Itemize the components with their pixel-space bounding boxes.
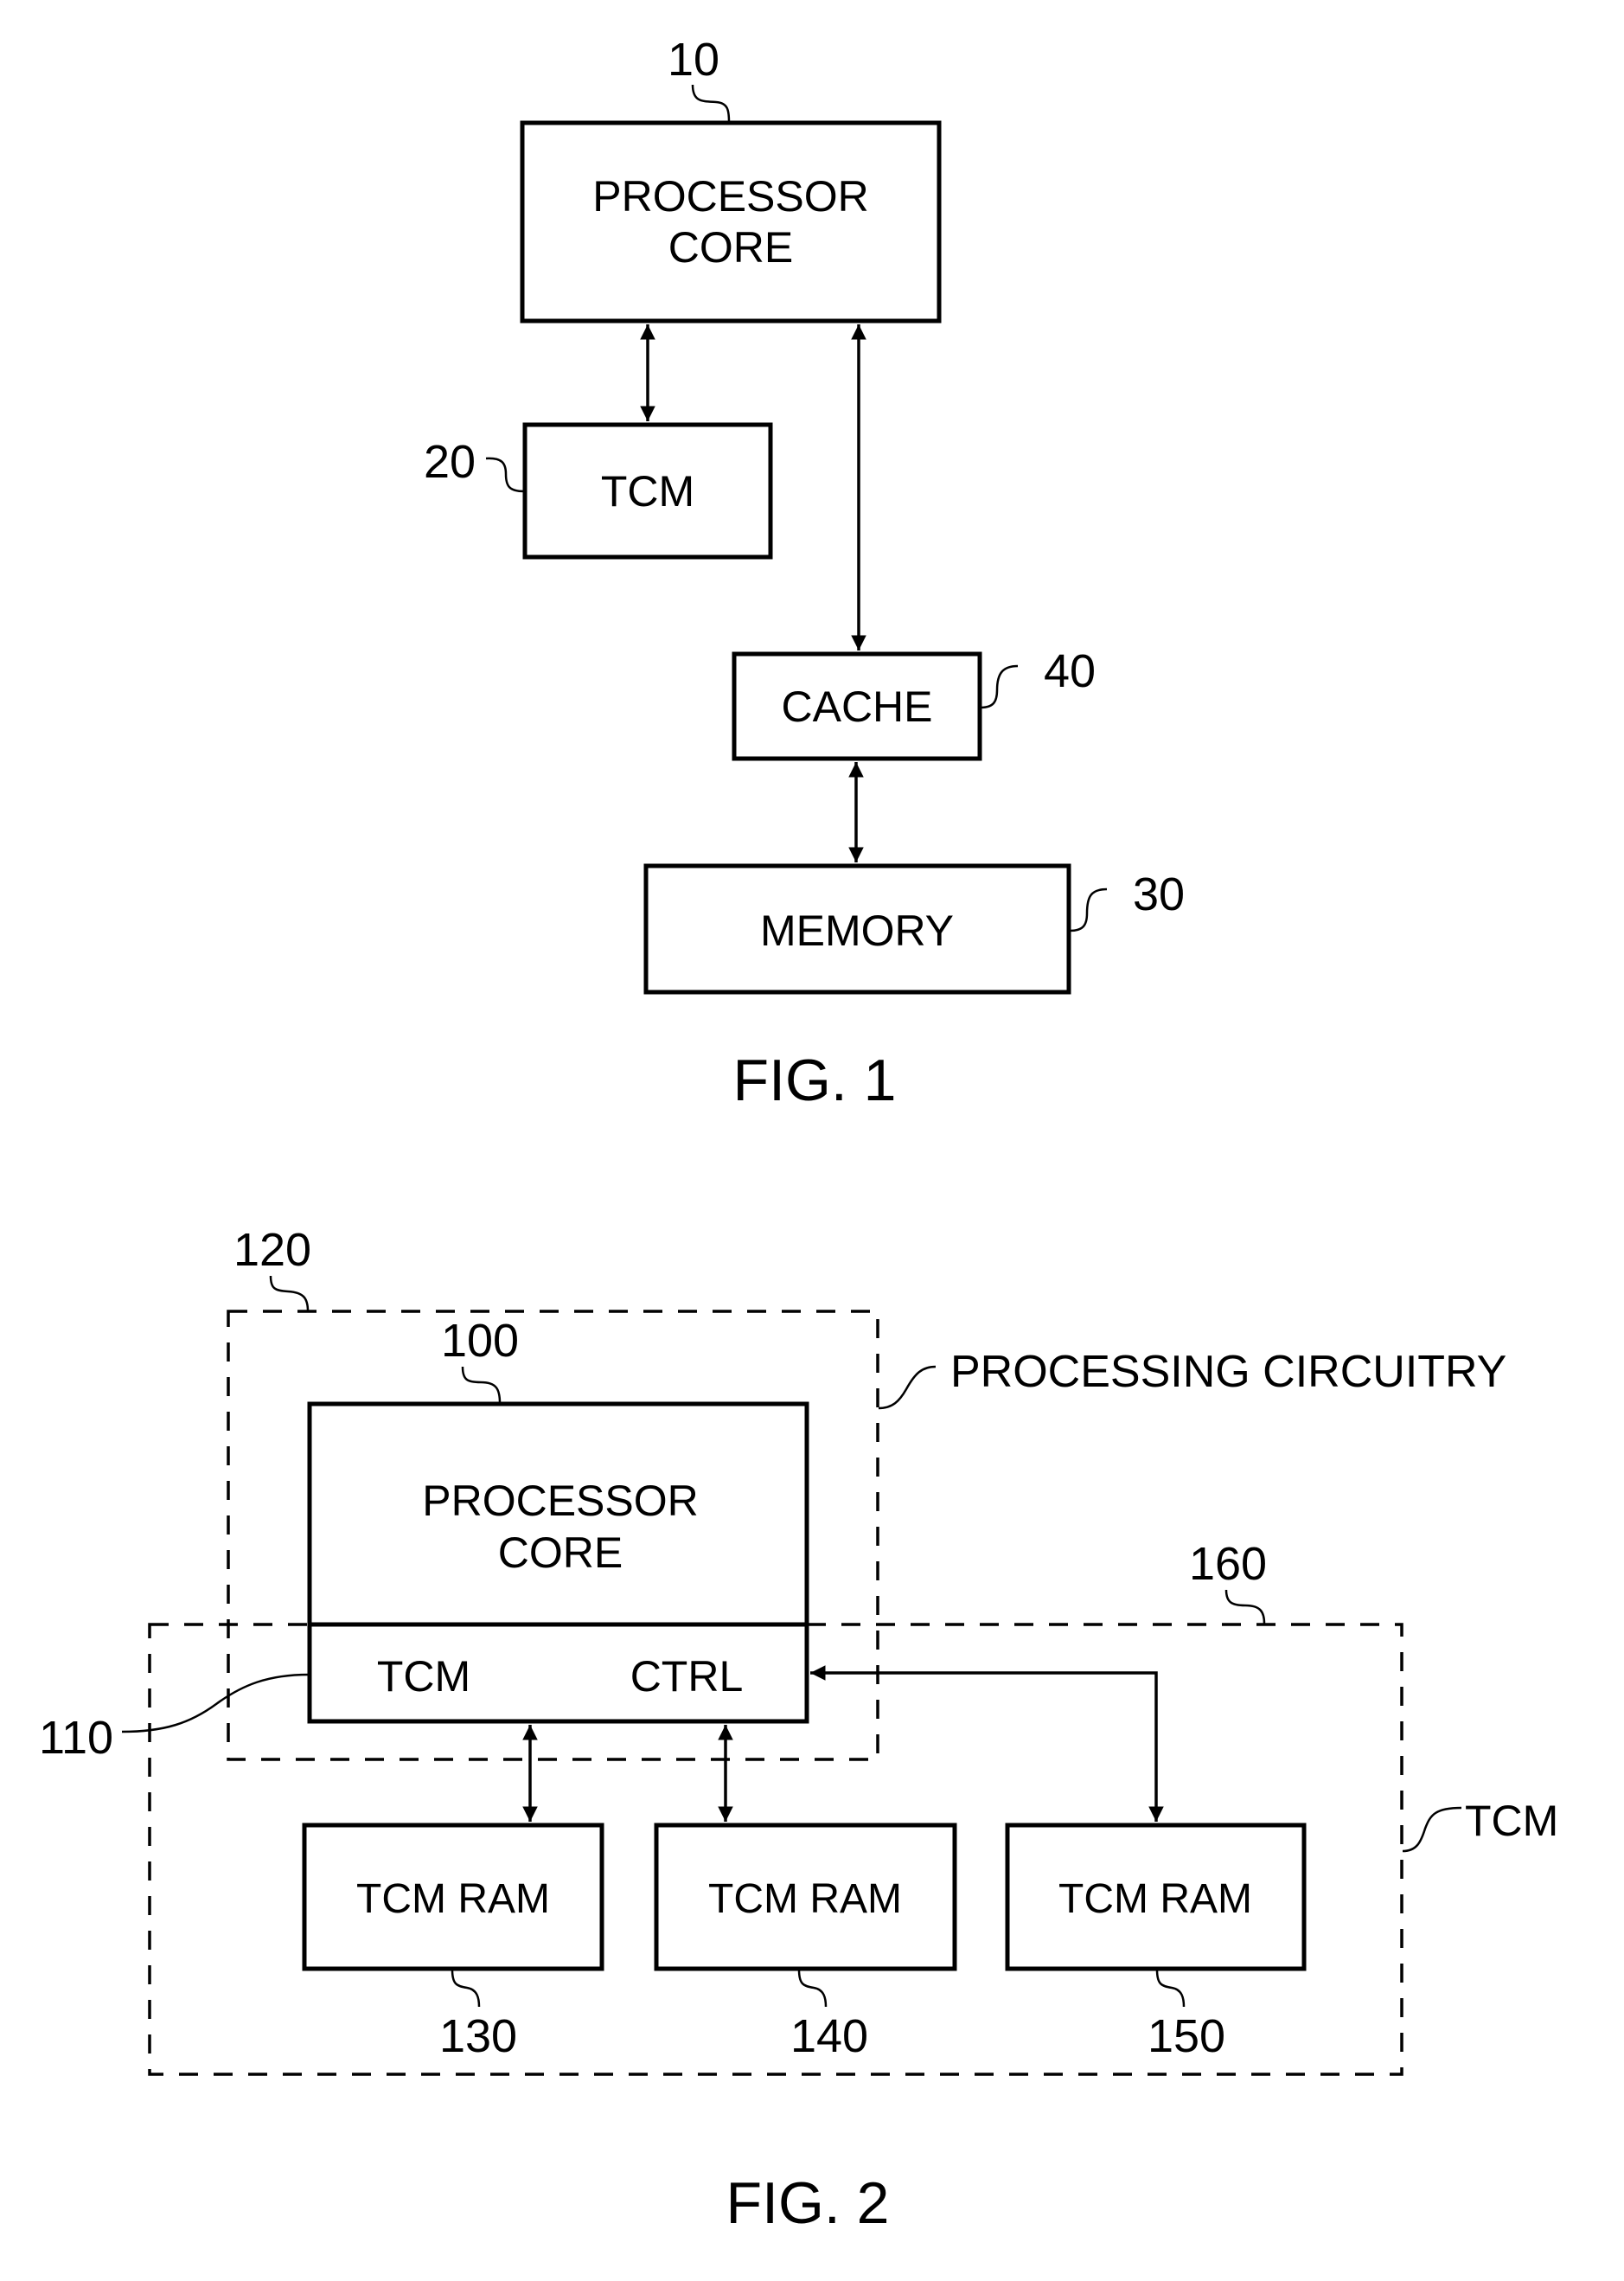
fig1-memory-block: MEMORY xyxy=(643,863,1071,995)
fig2-processor-core-line1: PROCESSOR xyxy=(422,1477,699,1525)
fig2-ref-140: 140 xyxy=(790,2010,868,2062)
fig1-processor-core-block: PROCESSOR CORE xyxy=(520,120,942,324)
fig1-ref-10-leader xyxy=(691,84,731,123)
fig2-tcm-ram-150-label: TCM RAM xyxy=(1058,1876,1252,1922)
fig1-caption: FIG. 1 xyxy=(733,1048,897,1113)
fig2-ref-160: 160 xyxy=(1189,1538,1267,1590)
fig2-tcm-ram-130-block: TCM RAM xyxy=(302,1823,604,1971)
fig2-ref-150: 150 xyxy=(1148,2010,1225,2062)
fig2-processing-circuitry-label: PROCESSING CIRCUITRY xyxy=(950,1347,1506,1397)
fig2-tcm-region-label: TCM xyxy=(1465,1797,1558,1845)
fig1-processor-core-line1: PROCESSOR xyxy=(592,172,869,221)
fig2-ref-110: 110 xyxy=(39,1712,113,1764)
fig2-ref-120-leader xyxy=(269,1275,310,1312)
fig2-ref-160-leader xyxy=(1224,1589,1266,1624)
fig2-ref-100: 100 xyxy=(441,1315,519,1367)
fig2-tcm-region xyxy=(148,1623,1403,2076)
fig2-tcm-ram-130-label: TCM RAM xyxy=(356,1876,550,1922)
fig2-ref-140-leader xyxy=(797,1969,828,2008)
fig1-processor-core-box xyxy=(520,120,942,324)
fig2-processor-core-line2: CORE xyxy=(498,1528,623,1577)
fig1-tcm-block: TCM xyxy=(522,422,773,560)
fig2-ref-100-leader xyxy=(461,1366,502,1404)
fig2-arrow-ctrl-ram150 xyxy=(810,1665,1164,1822)
fig1-cache-label: CACHE xyxy=(781,682,932,731)
fig1-memory-label: MEMORY xyxy=(760,907,954,955)
fig1-cache-block: CACHE xyxy=(732,651,982,761)
fig2-tcm-ram-140-block: TCM RAM xyxy=(654,1823,957,1971)
fig2-tcm-ram-150-block: TCM RAM xyxy=(1005,1823,1307,1971)
fig1-ref-30: 30 xyxy=(1133,868,1185,920)
figure-1: PROCESSOR CORE 10 TCM 20 CACHE 40 MEMORY xyxy=(424,34,1185,1113)
fig2-tcm-region-leader xyxy=(1402,1806,1462,1853)
fig2-ref-120: 120 xyxy=(233,1224,311,1276)
fig1-processor-core-line2: CORE xyxy=(668,223,793,272)
fig2-ref-150-leader xyxy=(1155,1969,1186,2008)
fig2-tcm-ctrl-right-label: CTRL xyxy=(630,1652,744,1701)
fig1-ref-20: 20 xyxy=(424,436,476,488)
fig1-ref-20-leader xyxy=(485,457,525,493)
fig1-tcm-label: TCM xyxy=(601,467,694,516)
fig1-ref-10: 10 xyxy=(668,34,719,86)
fig2-ref-130: 130 xyxy=(439,2010,517,2062)
fig1-ref-30-leader xyxy=(1069,887,1108,932)
fig2-processing-circuitry-leader xyxy=(878,1365,937,1410)
figure-2: 120 PROCESSING CIRCUITRY 160 TCM PROCESS… xyxy=(39,1224,1558,2236)
fig2-ref-130-leader xyxy=(451,1969,481,2008)
fig2-processor-core-block: PROCESSOR CORE TCM CTRL xyxy=(307,1401,809,1724)
patent-drawing-sheet: PROCESSOR CORE 10 TCM 20 CACHE 40 MEMORY xyxy=(39,34,1558,2236)
fig2-tcm-ctrl-left-label: TCM xyxy=(377,1652,470,1701)
fig2-caption: FIG. 2 xyxy=(726,2170,890,2236)
fig1-ref-40: 40 xyxy=(1044,645,1096,697)
fig2-tcm-ram-140-label: TCM RAM xyxy=(708,1876,902,1922)
fig1-ref-40-leader xyxy=(980,664,1019,709)
